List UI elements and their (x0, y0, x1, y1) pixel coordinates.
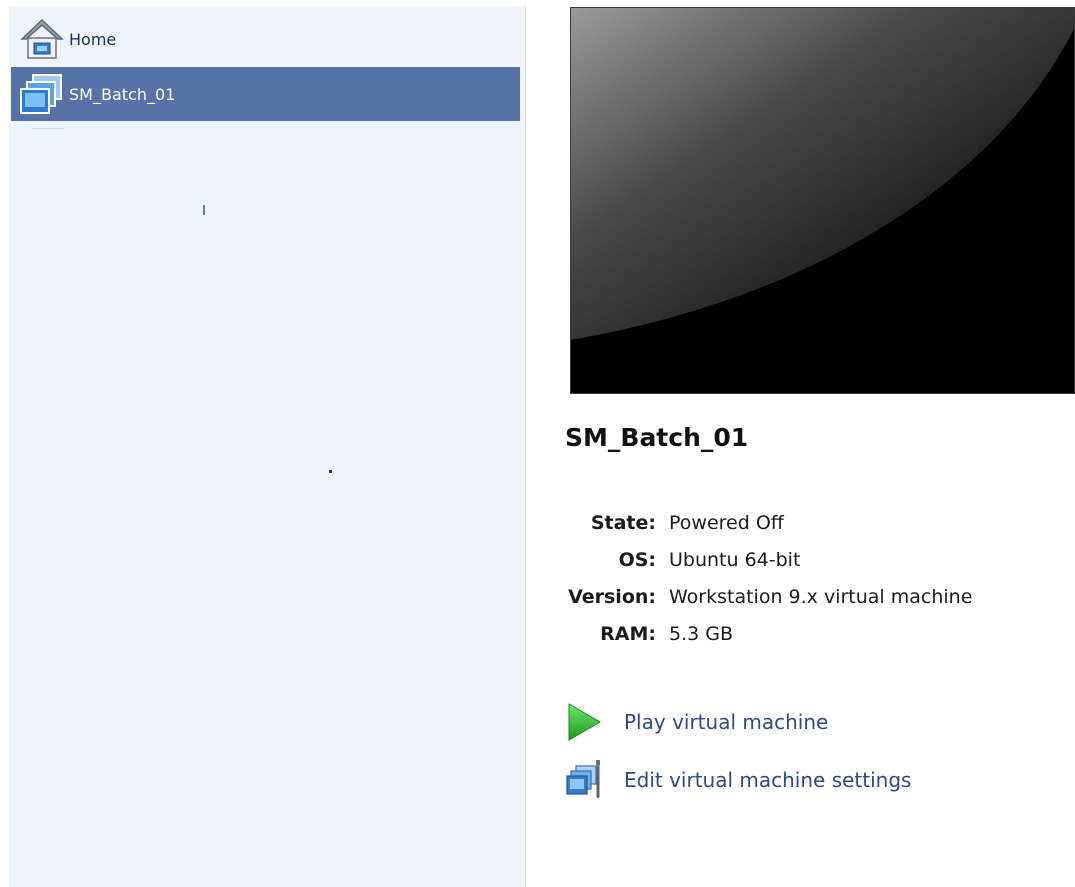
play-icon (566, 700, 606, 744)
library-sidebar: Home SM_Batch_01 (9, 6, 526, 887)
artifact-mark (203, 205, 205, 215)
detail-key: OS: (618, 548, 656, 571)
sidebar-item-label: Home (69, 29, 117, 49)
detail-value: Powered Off (669, 511, 784, 534)
sidebar-item-label: SM_Batch_01 (69, 84, 176, 104)
divider (32, 128, 64, 129)
detail-row-ram: RAM: 5.3 GB (560, 615, 1020, 652)
detail-row-version: Version: Workstation 9.x virtual machine (560, 578, 1020, 615)
play-vm-label: Play virtual machine (624, 710, 829, 734)
play-vm-link[interactable]: Play virtual machine (566, 700, 828, 744)
detail-value: Ubuntu 64-bit (669, 548, 801, 571)
detail-key: Version: (568, 585, 656, 608)
detail-value: 5.3 GB (669, 622, 734, 645)
detail-key: State: (590, 511, 656, 534)
vm-preview-thumbnail[interactable] (570, 7, 1075, 394)
edit-vm-settings-link[interactable]: Edit virtual machine settings (566, 758, 911, 802)
edit-vm-settings-label: Edit virtual machine settings (624, 768, 912, 792)
sidebar-item-sm-batch-01[interactable]: SM_Batch_01 (11, 67, 520, 121)
detail-row-os: OS: Ubuntu 64-bit (560, 541, 1020, 578)
sidebar-item-home[interactable]: Home (11, 10, 520, 68)
detail-row-state: State: Powered Off (560, 504, 1020, 541)
home-icon (17, 16, 67, 62)
detail-key: RAM: (600, 622, 656, 645)
artifact-mark (329, 470, 332, 473)
vm-settings-icon (566, 758, 606, 802)
virtual-machine-icon (17, 71, 67, 117)
vm-title: SM_Batch_01 (565, 423, 749, 452)
detail-value: Workstation 9.x virtual machine (669, 585, 973, 608)
vm-details: State: Powered Off OS: Ubuntu 64-bit Ver… (560, 504, 1020, 652)
